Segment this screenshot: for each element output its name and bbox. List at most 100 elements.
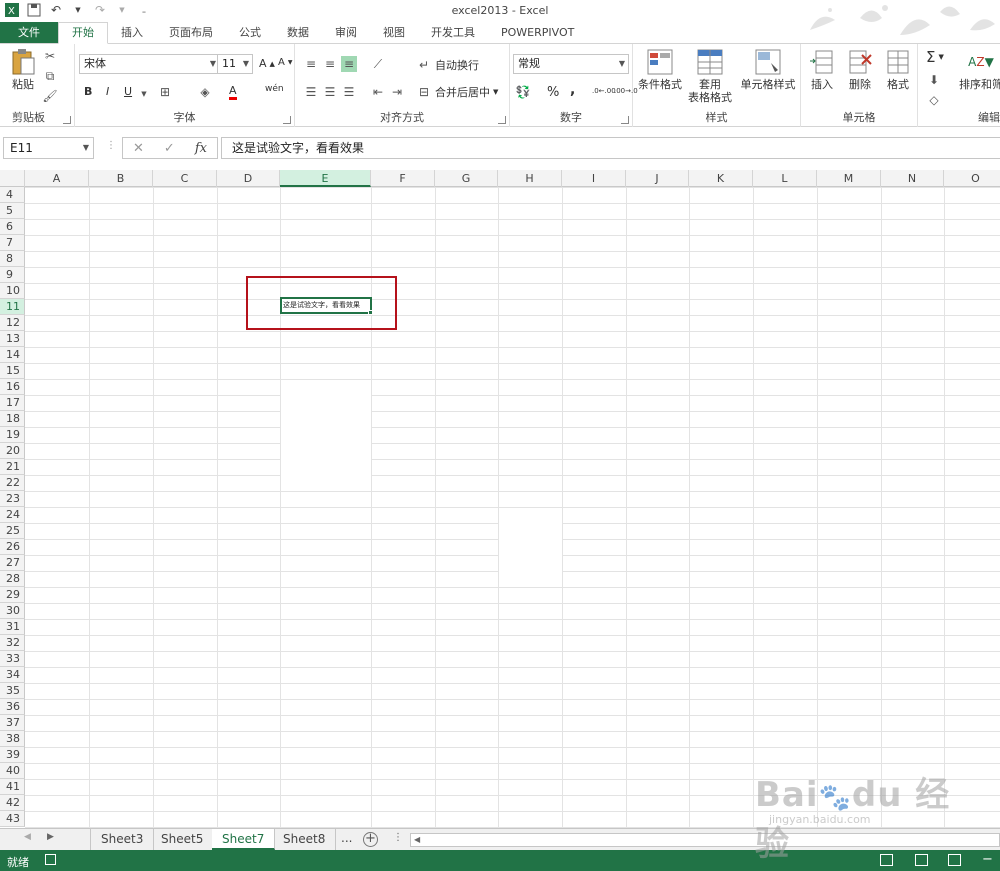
- splitter-icon[interactable]: ⋮: [393, 832, 403, 843]
- chevron-down-icon[interactable]: ▼: [136, 86, 152, 102]
- conditional-formatting-button[interactable]: 条件格式: [635, 48, 685, 91]
- row-header-39[interactable]: 39: [0, 747, 25, 763]
- font-name-select[interactable]: 宋体 ▼: [79, 54, 220, 74]
- row-header-13[interactable]: 13: [0, 331, 25, 347]
- tab-data[interactable]: 数据: [274, 22, 322, 44]
- sheet-tab-sheet8[interactable]: Sheet8: [273, 829, 337, 850]
- sort-filter-button[interactable]: A Z ▼ 排序和筛: [956, 48, 1000, 91]
- column-header-i[interactable]: I: [562, 170, 626, 187]
- row-header-29[interactable]: 29: [0, 587, 25, 603]
- decrease-indent-icon[interactable]: ⇤: [370, 84, 386, 100]
- row-header-18[interactable]: 18: [0, 411, 25, 427]
- align-top-icon[interactable]: ≡: [303, 56, 319, 72]
- next-sheet-icon[interactable]: ▶: [47, 832, 54, 842]
- row-header-24[interactable]: 24: [0, 507, 25, 523]
- underline-button[interactable]: U: [124, 85, 132, 98]
- align-middle-icon[interactable]: ≡: [322, 56, 338, 72]
- row-header-9[interactable]: 9: [0, 267, 25, 283]
- name-box[interactable]: E11 ▼: [3, 137, 94, 159]
- row-header-37[interactable]: 37: [0, 715, 25, 731]
- alignment-launcher-icon[interactable]: [498, 116, 506, 124]
- insert-function-button[interactable]: fx: [195, 141, 207, 156]
- number-format-select[interactable]: 常规 ▼: [513, 54, 629, 74]
- row-header-28[interactable]: 28: [0, 571, 25, 587]
- row-header-19[interactable]: 19: [0, 427, 25, 443]
- column-header-a[interactable]: A: [25, 170, 89, 187]
- tab-home[interactable]: 开始: [58, 22, 108, 44]
- more-sheets-button[interactable]: ...: [341, 831, 352, 845]
- row-header-41[interactable]: 41: [0, 779, 25, 795]
- row-header-11[interactable]: 11: [0, 299, 25, 315]
- column-header-j[interactable]: J: [626, 170, 689, 187]
- column-header-h[interactable]: H: [498, 170, 562, 187]
- row-header-7[interactable]: 7: [0, 235, 25, 251]
- row-header-12[interactable]: 12: [0, 315, 25, 331]
- bold-button[interactable]: B: [84, 85, 92, 98]
- scroll-left-icon[interactable]: ◀: [414, 835, 420, 844]
- tab-view[interactable]: 视图: [370, 22, 418, 44]
- row-header-8[interactable]: 8: [0, 251, 25, 267]
- column-header-f[interactable]: F: [371, 170, 435, 187]
- number-launcher-icon[interactable]: [621, 116, 629, 124]
- row-header-34[interactable]: 34: [0, 667, 25, 683]
- row-header-16[interactable]: 16: [0, 379, 25, 395]
- row-header-27[interactable]: 27: [0, 555, 25, 571]
- row-header-26[interactable]: 26: [0, 539, 25, 555]
- column-header-c[interactable]: C: [153, 170, 217, 187]
- row-header-4[interactable]: 4: [0, 187, 25, 203]
- align-bottom-icon[interactable]: ≡: [341, 56, 357, 72]
- cut-icon[interactable]: ✂: [42, 48, 58, 64]
- column-header-o[interactable]: O: [944, 170, 1000, 187]
- copy-icon[interactable]: ⧉: [42, 68, 58, 84]
- grow-font-button[interactable]: A ▲: [259, 57, 275, 70]
- formula-input[interactable]: 这是试验文字，看看效果: [221, 137, 1000, 159]
- row-header-17[interactable]: 17: [0, 395, 25, 411]
- enter-button[interactable]: ✓: [164, 141, 175, 156]
- autosum-button[interactable]: Σ ▼: [926, 48, 944, 66]
- tab-developer[interactable]: 开发工具: [418, 22, 488, 44]
- row-header-36[interactable]: 36: [0, 699, 25, 715]
- row-header-32[interactable]: 32: [0, 635, 25, 651]
- column-header-l[interactable]: L: [753, 170, 817, 187]
- increase-indent-icon[interactable]: ⇥: [389, 84, 405, 100]
- font-size-select[interactable]: 11 ▼: [217, 54, 253, 74]
- clear-icon[interactable]: ◇: [926, 92, 942, 108]
- font-color-button[interactable]: A: [229, 84, 237, 100]
- row-header-43[interactable]: 43: [0, 811, 25, 827]
- comma-button[interactable]: ,: [570, 82, 575, 98]
- cell-area[interactable]: [25, 187, 1000, 828]
- format-painter-icon[interactable]: 🖌: [42, 88, 58, 104]
- row-header-5[interactable]: 5: [0, 203, 25, 219]
- merge-center-button[interactable]: ⊟ 合并后居中 ▼: [416, 84, 498, 100]
- macro-record-icon[interactable]: [45, 854, 56, 865]
- row-header-33[interactable]: 33: [0, 651, 25, 667]
- orientation-icon[interactable]: ⟋: [370, 56, 386, 72]
- column-header-b[interactable]: B: [89, 170, 153, 187]
- cell-styles-button[interactable]: 单元格样式: [737, 48, 799, 91]
- zoom-out-icon[interactable]: −: [982, 852, 993, 867]
- row-header-6[interactable]: 6: [0, 219, 25, 235]
- sheet-tab-sheet7[interactable]: Sheet7: [212, 829, 276, 850]
- cancel-button[interactable]: ✕: [133, 141, 144, 156]
- tab-review[interactable]: 审阅: [322, 22, 370, 44]
- phonetic-button[interactable]: wén: [265, 84, 284, 94]
- fill-icon[interactable]: ⬇: [926, 72, 942, 88]
- row-header-42[interactable]: 42: [0, 795, 25, 811]
- column-header-k[interactable]: K: [689, 170, 753, 187]
- font-launcher-icon[interactable]: [283, 116, 291, 124]
- paste-button[interactable]: 粘贴: [6, 48, 40, 91]
- wrap-text-button[interactable]: ↵ 自动换行: [416, 57, 479, 73]
- align-center-icon[interactable]: ☰: [322, 84, 338, 100]
- row-header-25[interactable]: 25: [0, 523, 25, 539]
- insert-cells-button[interactable]: 插入: [804, 48, 840, 91]
- row-header-23[interactable]: 23: [0, 491, 25, 507]
- tab-insert[interactable]: 插入: [108, 22, 156, 44]
- column-header-e[interactable]: E: [280, 170, 371, 187]
- sheet-tab-sheet3[interactable]: Sheet3: [90, 829, 155, 850]
- fill-color-icon[interactable]: ◈: [197, 84, 213, 100]
- tab-formulas[interactable]: 公式: [226, 22, 274, 44]
- italic-button[interactable]: I: [106, 85, 109, 98]
- column-header-d[interactable]: D: [217, 170, 280, 187]
- add-sheet-button[interactable]: +: [363, 832, 378, 847]
- format-cells-button[interactable]: 格式: [880, 48, 916, 91]
